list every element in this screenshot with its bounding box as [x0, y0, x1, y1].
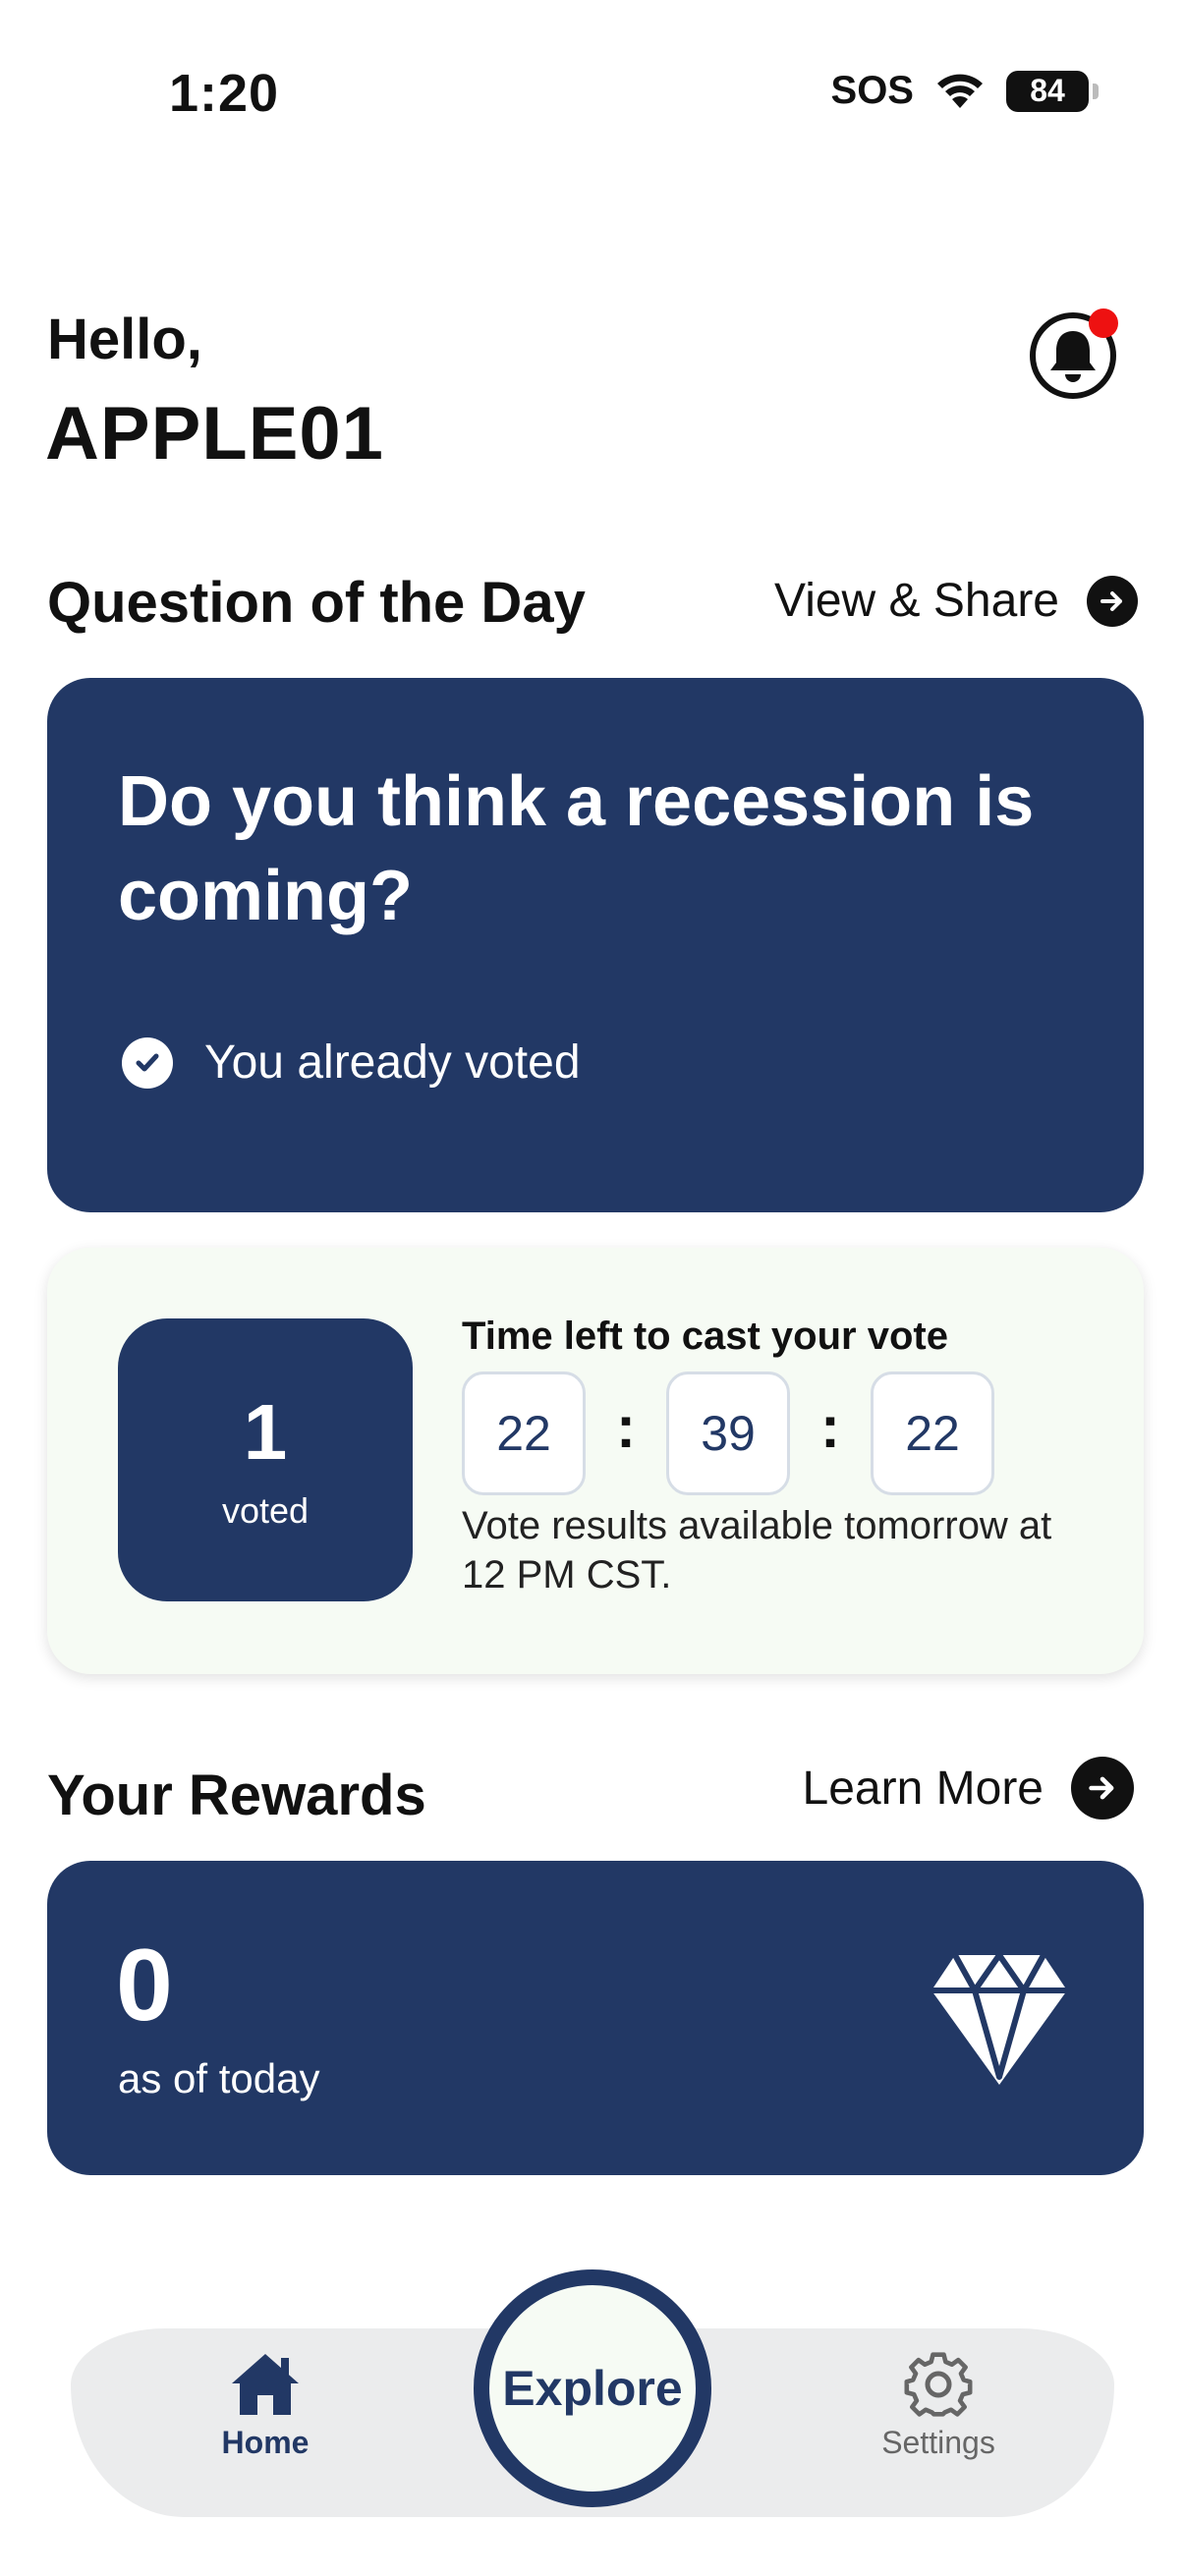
vote-count-label: voted — [221, 1490, 310, 1531]
notification-badge — [1089, 308, 1118, 338]
arrow-right-icon — [1087, 575, 1138, 627]
question-card[interactable]: Do you think a recession is coming? You … — [47, 678, 1144, 1212]
timer-hours: 22 — [462, 1372, 586, 1495]
nav-home[interactable]: Home — [197, 2350, 334, 2461]
vote-count: 1 — [243, 1388, 288, 1476]
vote-countdown-card: 1 voted Time left to cast your vote 22 :… — [47, 1248, 1144, 1674]
results-note: Vote results available tomorrow at 12 PM… — [462, 1504, 1052, 1596]
view-share-label: View & Share — [774, 575, 1059, 627]
checkmark-icon — [122, 1036, 173, 1089]
question-text: Do you think a recession is coming? — [118, 762, 1035, 935]
timer-minutes: 39 — [666, 1372, 790, 1495]
learn-more-label: Learn More — [802, 1762, 1044, 1815]
greeting-hello: Hello, — [47, 308, 202, 371]
time-left-title: Time left to cast your vote — [462, 1315, 948, 1358]
nav-home-label: Home — [221, 2425, 310, 2460]
voted-status: You already voted — [122, 1036, 581, 1090]
sos-indicator: SOS — [830, 69, 914, 112]
countdown-timer: 22 : 39 : 22 — [462, 1372, 994, 1495]
rewards-section-title: Your Rewards — [47, 1764, 426, 1827]
timer-separator: : — [820, 1393, 840, 1460]
wifi-icon — [937, 74, 983, 108]
vote-count-box: 1 voted — [118, 1318, 413, 1601]
status-time: 1:20 — [169, 64, 280, 123]
rewards-points: 0 — [116, 1929, 173, 2043]
question-section-title: Question of the Day — [47, 571, 586, 635]
diamond-icon — [931, 1952, 1067, 2085]
learn-more-link[interactable]: Learn More — [803, 1757, 1134, 1820]
home-screen: 1:20 SOS 84 Hello, APPLE01 Question of t… — [0, 0, 1185, 2576]
status-indicators: SOS 84 — [830, 69, 1099, 113]
username: APPLE01 — [45, 392, 384, 476]
bell-icon — [1050, 331, 1096, 382]
nav-settings-label: Settings — [881, 2425, 995, 2460]
home-icon — [232, 2354, 299, 2415]
voted-status-label: You already voted — [204, 1036, 581, 1089]
explore-button[interactable]: Explore — [474, 2269, 711, 2507]
rewards-card[interactable]: 0 as of today — [47, 1861, 1144, 2175]
timer-seconds: 22 — [871, 1372, 994, 1495]
notifications-button[interactable] — [1030, 308, 1118, 399]
gear-icon — [904, 2352, 973, 2417]
timer-separator: : — [616, 1393, 636, 1460]
battery-icon: 84 — [1006, 70, 1099, 112]
rewards-points-label: as of today — [118, 2055, 320, 2101]
view-share-link[interactable]: View & Share — [774, 574, 1138, 628]
arrow-right-icon — [1071, 1757, 1134, 1820]
nav-settings[interactable]: Settings — [865, 2350, 1012, 2461]
